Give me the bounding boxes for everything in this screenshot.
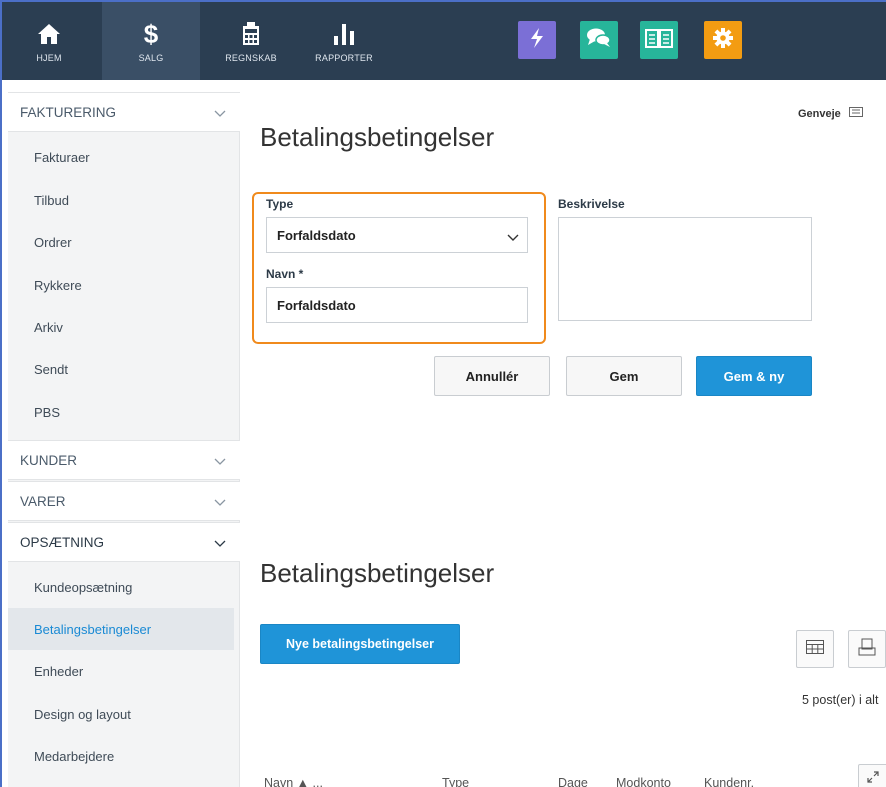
nav-home-label: HJEM	[36, 53, 62, 63]
lightning-icon	[528, 27, 546, 54]
sidebar-section-label: VARER	[20, 493, 66, 509]
sidebar-section-label: KUNDER	[20, 452, 78, 468]
nav-accounting[interactable]: REGNSKAB	[214, 2, 288, 80]
chevron-down-icon	[214, 106, 226, 121]
sidebar: FAKTURERING Fakturaer Tilbud Ordrer Rykk…	[8, 92, 240, 787]
column-header-modkonto[interactable]: Modkonto	[616, 776, 671, 787]
sidebar-item-medarbejdere[interactable]: Medarbejdere	[8, 735, 240, 777]
name-input[interactable]: Forfaldsdato	[266, 287, 528, 323]
home-icon	[37, 19, 61, 49]
description-textarea[interactable]	[558, 217, 812, 321]
name-input-value: Forfaldsdato	[277, 297, 356, 313]
top-navigation-bar: HJEM $ SALG REGNSKAB RAPPORTER	[2, 2, 886, 80]
sidebar-item-tilbud[interactable]: Tilbud	[8, 179, 240, 221]
chevron-down-icon	[214, 536, 226, 551]
expand-icon	[867, 770, 879, 787]
name-label: Navn *	[266, 267, 304, 281]
save-button[interactable]: Gem	[566, 356, 682, 396]
chevron-down-icon	[214, 454, 226, 469]
cancel-button[interactable]: Annullér	[434, 356, 550, 396]
shortcuts-label: Genveje	[798, 107, 841, 120]
column-header-type[interactable]: Type	[442, 776, 469, 787]
list-title: Betalingsbetingelser	[260, 558, 495, 588]
table-icon	[806, 639, 824, 659]
sidebar-item-fakturaer[interactable]: Fakturaer	[8, 136, 240, 178]
sidebar-item-design-og-layout[interactable]: Design og layout	[8, 693, 240, 735]
sidebar-item-enheder[interactable]: Enheder	[8, 650, 240, 692]
keyboard-icon	[848, 107, 863, 120]
sidebar-section-label: OPSÆTNING	[20, 534, 105, 550]
nav-accounting-label: REGNSKAB	[225, 53, 277, 63]
nav-home[interactable]: HJEM	[14, 2, 84, 80]
form-title: Betalingsbetingelser	[260, 122, 495, 152]
save-and-new-button[interactable]: Gem & ny	[696, 356, 812, 396]
chevron-down-icon	[507, 230, 519, 245]
settings-app-button[interactable]	[704, 21, 742, 59]
print-icon	[858, 638, 876, 661]
nav-reports[interactable]: RAPPORTER	[302, 2, 386, 80]
type-select-value: Forfaldsdato	[277, 227, 356, 243]
chat-icon	[586, 27, 612, 54]
sidebar-item-label: Sendt	[34, 361, 68, 377]
app-window: HJEM $ SALG REGNSKAB RAPPORTER FAKTURERI…	[0, 0, 886, 787]
sidebar-item-pbs[interactable]: PBS	[8, 391, 240, 433]
sidebar-item-sendt[interactable]: Sendt	[8, 348, 240, 390]
book-icon	[645, 28, 673, 53]
sidebar-item-label: Kundeopsætning	[34, 579, 133, 595]
main-content: Genveje Betalingsbetingelser Type Forfal…	[242, 80, 886, 787]
sidebar-item-arkiv[interactable]: Arkiv	[8, 306, 240, 348]
column-header-dage[interactable]: Dage	[558, 776, 588, 787]
type-select[interactable]: Forfaldsdato	[266, 217, 528, 253]
sidebar-section-faktura[interactable]: FAKTURERING	[8, 92, 240, 132]
sidebar-section-label: FAKTURERING	[20, 104, 117, 120]
print-button[interactable]	[848, 630, 886, 668]
sidebar-item-rykkere[interactable]: Rykkere	[8, 264, 240, 306]
nav-sales[interactable]: $ SALG	[102, 2, 200, 80]
expand-button[interactable]	[858, 764, 886, 787]
sidebar-item-label: Medarbejdere	[34, 748, 115, 764]
record-count: 5 post(er) i alt	[802, 693, 879, 707]
sidebar-item-label: Tilbud	[34, 192, 69, 208]
chevron-down-icon	[214, 495, 226, 510]
sidebar-item-betalingsbetingelser[interactable]: Betalingsbetingelser	[8, 608, 234, 650]
sidebar-item-label: Ordrer	[34, 234, 72, 250]
calculator-icon	[242, 19, 260, 49]
sidebar-item-label: Design og layout	[34, 706, 131, 722]
column-header-navn[interactable]: Navn ▲ ...	[264, 776, 323, 787]
bar-chart-icon	[333, 19, 355, 49]
sidebar-section-kunder[interactable]: KUNDER	[8, 440, 240, 480]
sidebar-section-opsaetning[interactable]: OPSÆTNING	[8, 522, 240, 562]
nav-reports-label: RAPPORTER	[315, 53, 373, 63]
sidebar-item-label: Enheder	[34, 663, 84, 679]
sidebar-section-varer[interactable]: VARER	[8, 481, 240, 521]
sidebar-item-label: PBS	[34, 404, 61, 420]
lightning-app-button[interactable]	[518, 21, 556, 59]
nav-sales-label: SALG	[138, 53, 164, 63]
sidebar-item-label: Arkiv	[34, 319, 63, 335]
sidebar-item-label: Betalingsbetingelser	[34, 621, 152, 637]
sidebar-item-ordrer[interactable]: Ordrer	[8, 221, 240, 263]
gear-icon	[712, 27, 734, 54]
new-payment-terms-button[interactable]: Nye betalingsbetingelser	[260, 624, 460, 664]
type-label: Type	[266, 197, 294, 211]
chat-app-button[interactable]	[580, 21, 618, 59]
table-view-button[interactable]	[796, 630, 834, 668]
sidebar-item-kundeopsaetning[interactable]: Kundeopsætning	[8, 566, 240, 608]
dollar-icon: $	[143, 18, 159, 49]
book-app-button[interactable]	[640, 21, 678, 59]
sidebar-item-label: Rykkere	[34, 277, 82, 293]
description-label: Beskrivelse	[558, 197, 625, 211]
column-header-kundenr[interactable]: Kundenr.	[704, 776, 754, 787]
sidebar-item-label: Fakturaer	[34, 149, 90, 165]
shortcuts-link[interactable]: Genveje	[798, 107, 863, 120]
